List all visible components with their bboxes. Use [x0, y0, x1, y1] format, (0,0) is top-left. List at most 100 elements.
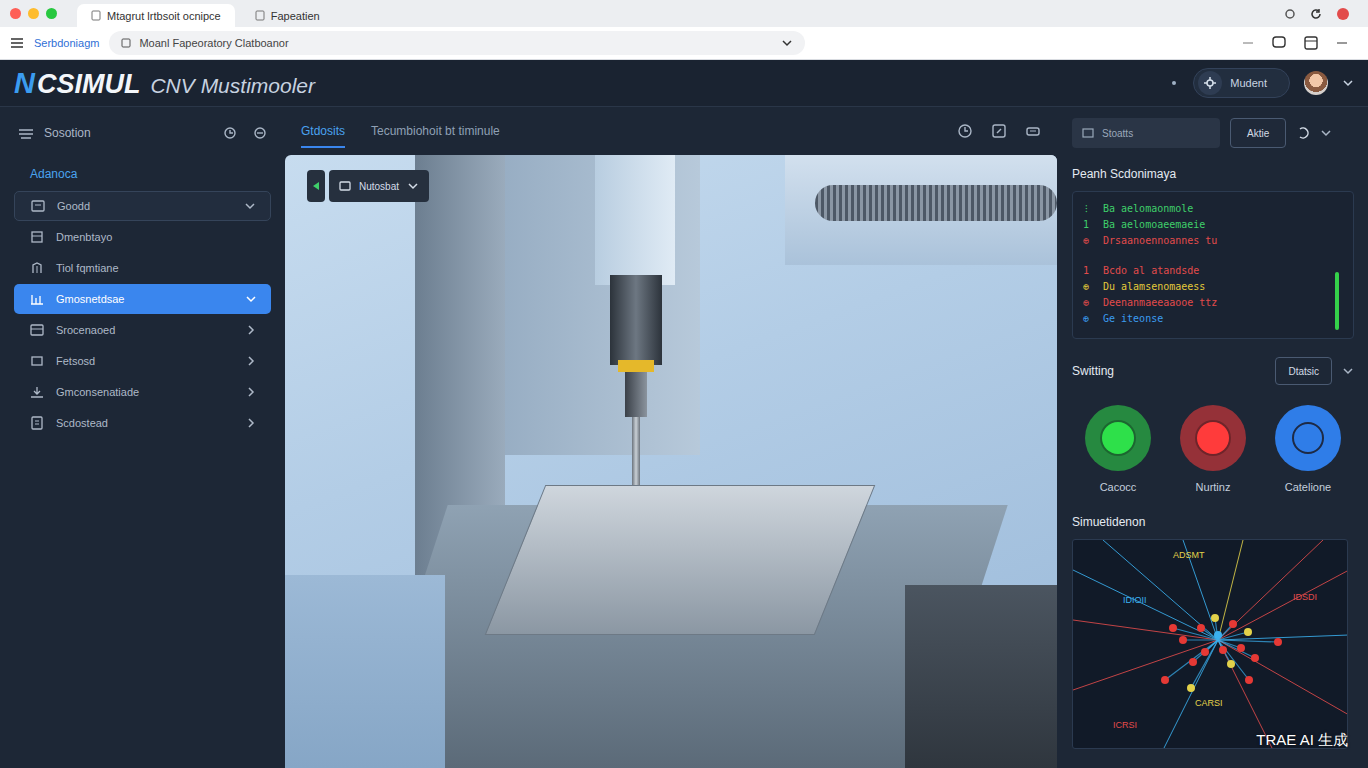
- play-button[interactable]: [307, 170, 325, 202]
- chevron-down-icon[interactable]: [1320, 127, 1332, 139]
- minus-icon[interactable]: [1242, 37, 1254, 49]
- chat-icon[interactable]: [1272, 36, 1286, 50]
- status-field[interactable]: Stoatts: [1072, 118, 1220, 148]
- chart-node[interactable]: [1197, 624, 1205, 632]
- chart-node[interactable]: [1161, 676, 1169, 684]
- chart-node[interactable]: [1201, 648, 1209, 656]
- chevron-right-icon[interactable]: [245, 324, 257, 336]
- logo-subtitle[interactable]: CNV Mustimooler: [150, 74, 315, 98]
- sidebar-item[interactable]: Tiol fqmtiane: [14, 253, 271, 283]
- logo-mark[interactable]: N: [14, 67, 35, 100]
- select-value[interactable]: Dtatsic: [1288, 366, 1319, 377]
- item-label[interactable]: Goodd: [57, 200, 90, 212]
- chart-node[interactable]: [1187, 684, 1195, 692]
- chart-node[interactable]: [1169, 624, 1177, 632]
- view-tab[interactable]: Gtdosits: [301, 114, 345, 148]
- chart-node[interactable]: [1274, 638, 1282, 646]
- code-line[interactable]: ⊕Drsaanoennoannes tu: [1081, 232, 1327, 248]
- control-button[interactable]: [1180, 405, 1246, 471]
- control-button[interactable]: [1275, 405, 1341, 471]
- item-chevron[interactable]: [245, 355, 257, 367]
- close-icon[interactable]: [10, 8, 21, 19]
- control-button[interactable]: [1085, 405, 1151, 471]
- menu-icon[interactable]: [10, 36, 24, 50]
- network-chart[interactable]: ADSMTIDIOIIIDSDICARSIICRSI: [1072, 539, 1348, 749]
- line-text[interactable]: Ba aelomoaeemaeie: [1103, 219, 1205, 230]
- code-line[interactable]: ⊕Du alamsenomaeess: [1081, 278, 1327, 294]
- code-line[interactable]: ⁝Ba aelomaonmole: [1081, 200, 1327, 216]
- item-chevron[interactable]: [245, 324, 257, 336]
- item-chevron[interactable]: [244, 200, 256, 212]
- chart-node[interactable]: [1211, 614, 1219, 622]
- sidebar-item[interactable]: Srocenaoed: [14, 315, 271, 345]
- tab-label[interactable]: Fapeatien: [271, 10, 320, 22]
- refresh-icon[interactable]: [1310, 8, 1322, 20]
- tab-label[interactable]: Gtdosits: [301, 124, 345, 138]
- action-button[interactable]: Aktie: [1230, 118, 1286, 148]
- settings-icon[interactable]: [253, 126, 267, 140]
- more-icon[interactable]: [1336, 36, 1348, 50]
- chart-node[interactable]: [1219, 646, 1227, 654]
- chart-node[interactable]: [1251, 654, 1259, 662]
- url-bar[interactable]: Moanl Fapeoratory Clatboanor: [109, 31, 805, 55]
- url-text[interactable]: Moanl Fapeoratory Clatboanor: [139, 37, 773, 49]
- machine-viewport[interactable]: Nutosbat: [285, 155, 1057, 768]
- switching-select[interactable]: Dtatsic: [1275, 357, 1332, 385]
- refresh-icon[interactable]: [223, 126, 237, 140]
- code-line[interactable]: ⊕Ge iteonse: [1081, 310, 1327, 326]
- clock-icon[interactable]: [957, 123, 973, 139]
- button-label[interactable]: Aktie: [1247, 128, 1269, 139]
- view-tab[interactable]: Tecumbiohoit bt timinule: [371, 114, 500, 148]
- field-text[interactable]: Stoatts: [1102, 128, 1133, 139]
- line-text[interactable]: Deenanmaeeaaooe ttz: [1103, 297, 1217, 308]
- item-chevron[interactable]: [245, 417, 257, 429]
- chevron-right-icon[interactable]: [245, 355, 257, 367]
- chart-node[interactable]: [1189, 658, 1197, 666]
- bookmark-link[interactable]: Serbdoniagm: [34, 37, 99, 49]
- item-label[interactable]: Gmosnetdsae: [56, 293, 124, 305]
- item-label[interactable]: Dmenbtayo: [56, 231, 112, 243]
- control-label[interactable]: Catelione: [1285, 481, 1331, 493]
- sidebar-item[interactable]: Dmenbtayo: [14, 222, 271, 252]
- avatar-icon[interactable]: [1304, 71, 1328, 95]
- chevron-down-icon[interactable]: [1342, 365, 1354, 377]
- logo-name[interactable]: CSIMUL: [37, 69, 141, 100]
- scroll-track[interactable]: [1335, 200, 1339, 330]
- sidebar-item[interactable]: Gmconsenatiade: [14, 377, 271, 407]
- extension-icon[interactable]: [1284, 8, 1296, 20]
- code-line[interactable]: 1Ba aelomoaeemaeie: [1081, 216, 1327, 232]
- chart-node[interactable]: [1229, 620, 1237, 628]
- control-label[interactable]: Nurtinz: [1196, 481, 1231, 493]
- view-select[interactable]: Nutosbat: [329, 170, 429, 202]
- chevron-down-icon[interactable]: [244, 200, 256, 212]
- chart-node[interactable]: [1214, 631, 1222, 639]
- chart-node[interactable]: [1245, 676, 1253, 684]
- chevron-right-icon[interactable]: [245, 386, 257, 398]
- expand-icon[interactable]: [991, 123, 1007, 139]
- item-label[interactable]: Tiol fqmtiane: [56, 262, 119, 274]
- line-text[interactable]: Ba aelomaonmole: [1103, 203, 1193, 214]
- item-chevron[interactable]: [245, 293, 257, 305]
- line-text[interactable]: Drsaanoennoannes tu: [1103, 235, 1217, 246]
- tab-label[interactable]: Mtagrut lrtbsoit ocnipce: [107, 10, 221, 22]
- maximize-icon[interactable]: [46, 8, 57, 19]
- sidebar-item[interactable]: Scdostead: [14, 408, 271, 438]
- chart-node[interactable]: [1179, 636, 1187, 644]
- user-name[interactable]: Mudent: [1230, 77, 1267, 89]
- line-text[interactable]: Du alamsenomaeess: [1103, 281, 1205, 292]
- chevron-down-icon[interactable]: [1342, 77, 1354, 89]
- code-panel[interactable]: ⁝Ba aelomaonmole1Ba aelomoaeemaeie⊕Drsaa…: [1072, 191, 1354, 339]
- sidebar-item[interactable]: Goodd: [14, 191, 271, 221]
- line-text[interactable]: Ge iteonse: [1103, 313, 1163, 324]
- item-label[interactable]: Scdostead: [56, 417, 108, 429]
- user-pill[interactable]: Mudent: [1193, 68, 1290, 98]
- view-label[interactable]: Nutosbat: [359, 181, 399, 192]
- chevron-down-icon[interactable]: [781, 37, 793, 49]
- browser-tab[interactable]: Fapeatien: [241, 4, 334, 27]
- record-icon[interactable]: [1336, 7, 1350, 21]
- tab-label[interactable]: Tecumbiohoit bt timinule: [371, 124, 500, 138]
- scroll-thumb[interactable]: [1335, 272, 1339, 331]
- chevron-down-icon[interactable]: [245, 293, 257, 305]
- code-line[interactable]: 1Bcdo al atandsde: [1081, 262, 1327, 278]
- line-text[interactable]: Bcdo al atandsde: [1103, 265, 1199, 276]
